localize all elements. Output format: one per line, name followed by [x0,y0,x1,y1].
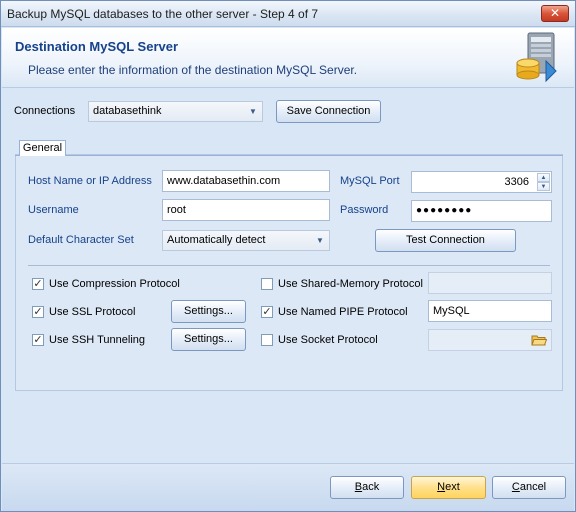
checkmark-icon: ✓ [262,306,272,318]
shared-memory-input[interactable] [428,272,552,294]
socket-input[interactable] [428,329,552,351]
checkmark-icon: ✓ [33,278,43,290]
connections-selected-value: databasethink [93,105,162,117]
next-button[interactable]: Next [411,476,486,499]
ssl-checkbox[interactable]: ✓ [32,306,44,318]
spin-down-icon[interactable]: ▼ [537,182,550,191]
cancel-button[interactable]: Cancel [492,476,566,499]
window-title: Backup MySQL databases to the other serv… [7,7,319,21]
back-button[interactable]: Back [330,476,404,499]
wizard-header: Destination MySQL Server Please enter th… [2,28,574,88]
wizard-footer [2,464,574,511]
socket-label: Use Socket Protocol [278,334,378,346]
back-mnemonic: B [354,481,363,493]
port-value: 3306 [504,176,529,188]
ssl-settings-button[interactable]: Settings... [171,300,246,323]
host-label: Host Name or IP Address [28,175,152,187]
header-title: Destination MySQL Server [15,39,179,54]
separator [28,265,550,266]
shared-memory-checkbox[interactable] [261,278,273,290]
port-spin[interactable]: ▲ ▼ [537,173,550,191]
host-value: www.databasethin.com [167,175,281,187]
wizard-window: Backup MySQL databases to the other serv… [0,0,576,512]
chevron-down-icon: ▼ [316,236,324,245]
charset-select[interactable]: Automatically detect ▼ [162,230,330,251]
password-label: Password [340,204,389,216]
header-subtitle: Please enter the information of the dest… [28,63,358,77]
tab-strip-line [15,155,563,156]
password-value: ●●●●●●●● [416,205,473,216]
host-input[interactable]: www.databasethin.com [162,170,330,192]
checkmark-icon: ✓ [33,306,43,318]
next-label: ext [445,481,460,493]
checkmark-icon: ✓ [33,334,43,346]
username-input[interactable]: root [162,199,330,221]
port-stepper[interactable]: 3306 ▲ ▼ [411,171,552,193]
compression-label: Use Compression Protocol [49,278,180,290]
back-label: ack [362,481,380,493]
socket-checkbox[interactable] [261,334,273,346]
password-input[interactable]: ●●●●●●●● [411,200,552,222]
chevron-down-icon: ▼ [249,107,257,116]
named-pipe-label: Use Named PIPE Protocol [278,306,408,318]
ssh-label: Use SSH Tunneling [49,334,145,346]
username-label: Username [28,204,79,216]
folder-open-icon[interactable] [531,333,547,347]
named-pipe-input[interactable]: MySQL [428,300,552,322]
ssh-checkbox[interactable]: ✓ [32,334,44,346]
charset-selected-value: Automatically detect [167,234,266,246]
cancel-mnemonic: C [511,481,520,493]
connections-select[interactable]: databasethink ▼ [88,101,263,122]
close-icon: ✕ [549,6,561,20]
charset-label: Default Character Set [28,234,134,246]
title-bar: Backup MySQL databases to the other serv… [1,1,575,27]
ssh-settings-button[interactable]: Settings... [171,328,246,351]
shared-memory-label: Use Shared-Memory Protocol [278,278,423,290]
next-mnemonic: N [437,481,446,493]
test-connection-button[interactable]: Test Connection [375,229,516,252]
connections-label: Connections [14,105,76,117]
port-label: MySQL Port [340,175,400,187]
spin-up-icon[interactable]: ▲ [537,173,550,182]
ssl-label: Use SSL Protocol [49,306,136,318]
named-pipe-checkbox[interactable]: ✓ [261,306,273,318]
database-server-icon [516,32,557,83]
named-pipe-value: MySQL [433,305,470,317]
save-connection-button[interactable]: Save Connection [276,100,381,123]
compression-checkbox[interactable]: ✓ [32,278,44,290]
close-button[interactable]: ✕ [541,5,569,22]
username-value: root [167,204,186,216]
tab-general[interactable]: General [19,140,66,156]
cancel-label: ancel [519,481,547,493]
